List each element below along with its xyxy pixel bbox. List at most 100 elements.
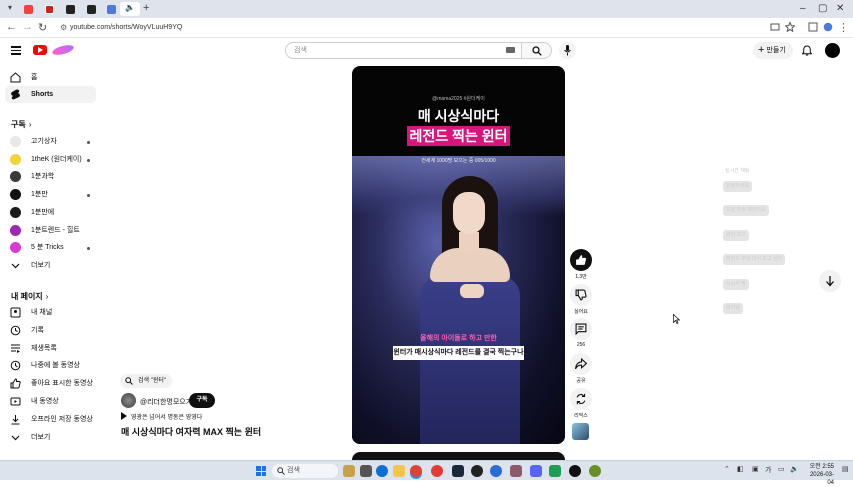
minimize-button[interactable]: –: [800, 3, 806, 14]
youtube-logo[interactable]: [33, 45, 47, 55]
taskbar-app-icon[interactable]: [343, 465, 355, 477]
steam-icon[interactable]: [452, 465, 464, 477]
taskbar-app-icon[interactable]: [490, 465, 502, 477]
sidebar-item-liked-videos[interactable]: 좋아요 표시한 동영상: [5, 375, 96, 392]
like-button[interactable]: [570, 249, 592, 271]
sidebar-show-more[interactable]: 더보기: [5, 257, 96, 274]
sidebar-item-subscription[interactable]: 1theK (원더케이): [5, 151, 96, 168]
notification-center-icon[interactable]: ▤: [842, 465, 849, 473]
browser-tab[interactable]: [20, 2, 38, 16]
network-icon[interactable]: ▭: [778, 465, 785, 473]
sidebar-item-downloads[interactable]: 오프라인 저장 동영상: [5, 411, 96, 428]
sidebar-item-home[interactable]: 홈: [5, 69, 96, 86]
sidebar-show-more-you[interactable]: 더보기: [5, 429, 96, 446]
voice-search-button[interactable]: [559, 42, 576, 59]
taskbar-search[interactable]: 검색: [272, 464, 338, 478]
share-action[interactable]: 공유: [569, 353, 593, 384]
windows-start-icon[interactable]: [256, 466, 266, 476]
sidebar-item-your-videos[interactable]: 내 동영상: [5, 393, 96, 410]
you-heading[interactable]: 내 페이지 ›: [11, 291, 48, 302]
channel-name[interactable]: @리더한명모으기: [140, 397, 192, 407]
subscriptions-heading[interactable]: 구독 ›: [11, 119, 31, 130]
sidebar-item-subscription[interactable]: 1분과학: [5, 168, 96, 185]
short-video-player[interactable]: @mama2025 #원더케이 매 시상식마다 레전드 찍는 윈터 전세계 10…: [352, 66, 565, 444]
volume-icon[interactable]: 🔈: [790, 465, 799, 473]
sidebar-item-playlists[interactable]: 재생목록: [5, 340, 96, 357]
new-content-dot: [87, 141, 90, 144]
next-video-button[interactable]: [819, 270, 841, 292]
subscribe-button[interactable]: 구독: [189, 393, 215, 408]
search-suggestion-chip[interactable]: 검색 "윈터": [120, 374, 173, 388]
bookmark-star-icon[interactable]: [785, 22, 795, 32]
sidebar-item-subscription[interactable]: 1분만: [5, 186, 96, 203]
chrome-browser-icon[interactable]: [410, 465, 422, 477]
install-app-icon[interactable]: [770, 22, 780, 32]
sidebar-item-your-channel[interactable]: 내 채널: [5, 304, 96, 321]
discord-icon[interactable]: [530, 465, 542, 477]
taskbar-app-icon[interactable]: [569, 465, 581, 477]
file-explorer-icon[interactable]: [393, 465, 405, 477]
dislike-button[interactable]: [570, 284, 592, 306]
sidebar-item-subscription[interactable]: 고기상자: [5, 133, 96, 150]
maximize-button[interactable]: ▢: [818, 3, 827, 14]
music-link[interactable]: 영광은 넘어서 명동은 영영다: [121, 412, 202, 421]
youtube-doodle[interactable]: [51, 43, 75, 57]
search-input[interactable]: 검색: [285, 42, 522, 59]
search-icon: [125, 377, 133, 385]
close-window-button[interactable]: ✕: [836, 3, 844, 14]
comments-action[interactable]: 256: [569, 318, 593, 348]
browser-tab-active[interactable]: 🔈: [120, 2, 140, 16]
taskbar-app-icon[interactable]: [589, 465, 601, 477]
forward-icon[interactable]: →: [22, 21, 33, 33]
next-short-preview[interactable]: [352, 452, 565, 460]
more-menu-icon[interactable]: ⋮: [838, 21, 849, 34]
site-info-icon[interactable]: ⚙: [60, 21, 67, 35]
taskbar-app-icon[interactable]: [360, 465, 372, 477]
extensions-icon[interactable]: [808, 22, 818, 32]
taskbar-app-icon[interactable]: [431, 465, 443, 477]
like-action[interactable]: 1.3만: [569, 249, 593, 280]
sidebar-item-subscription[interactable]: 1분만에: [5, 204, 96, 221]
sidebar-item-shorts[interactable]: Shorts: [5, 86, 96, 103]
sidebar-item-subscription[interactable]: 5 분 Tricks: [5, 239, 96, 256]
browser-tab[interactable]: [41, 2, 59, 16]
tray-app-icon[interactable]: ◧: [737, 465, 744, 473]
share-button[interactable]: [570, 353, 592, 375]
playlist-icon: [11, 344, 20, 353]
remix-action[interactable]: 리믹스: [569, 388, 593, 419]
reload-icon[interactable]: ↻: [38, 21, 47, 34]
short-title[interactable]: 매 시상식마다 여자력 MAX 찍는 윈터: [121, 425, 261, 438]
dislike-action[interactable]: 싫어요: [569, 284, 593, 315]
keyboard-icon[interactable]: [506, 47, 515, 53]
browser-tab[interactable]: [62, 2, 80, 16]
search-placeholder: 검색: [294, 47, 307, 54]
ime-language-indicator[interactable]: 가: [765, 465, 771, 475]
tray-app-icon[interactable]: ▣: [752, 465, 759, 473]
account-avatar[interactable]: [825, 43, 840, 58]
notifications-bell-icon[interactable]: [802, 45, 812, 56]
profile-icon[interactable]: [823, 22, 833, 32]
sidebar-item-subscription[interactable]: 1분트렌드 - 힐트: [5, 222, 96, 239]
remix-button[interactable]: [570, 388, 592, 410]
browser-tab[interactable]: [83, 2, 101, 16]
comments-button[interactable]: [570, 318, 592, 340]
xbox-icon[interactable]: [549, 465, 561, 477]
address-bar[interactable]: ⚙ youtube.com/shorts/WoyVLuuH9YQ: [60, 21, 760, 35]
browser-tab[interactable]: [103, 2, 121, 16]
sidebar-item-watch-later[interactable]: 나중에 볼 동영상: [5, 357, 96, 374]
taskbar-app-icon[interactable]: [510, 465, 522, 477]
sound-thumbnail[interactable]: [572, 423, 589, 440]
tray-overflow-icon[interactable]: ⌃: [724, 465, 730, 473]
tab-list-button[interactable]: ▾: [3, 2, 21, 16]
taskbar-app-icon[interactable]: [471, 465, 483, 477]
new-tab-button[interactable]: +: [143, 2, 149, 14]
sidebar-item-history[interactable]: 기록: [5, 322, 96, 339]
taskbar-clock[interactable]: 오전 2:55 2026-03-04: [804, 463, 834, 487]
edge-browser-icon[interactable]: [376, 465, 388, 477]
channel-avatar[interactable]: [121, 393, 136, 408]
search-button[interactable]: [522, 42, 552, 59]
menu-icon[interactable]: [11, 46, 21, 55]
channel-avatar: [10, 171, 21, 182]
back-icon[interactable]: ←: [6, 21, 17, 33]
create-button[interactable]: + 만들기: [753, 42, 793, 59]
